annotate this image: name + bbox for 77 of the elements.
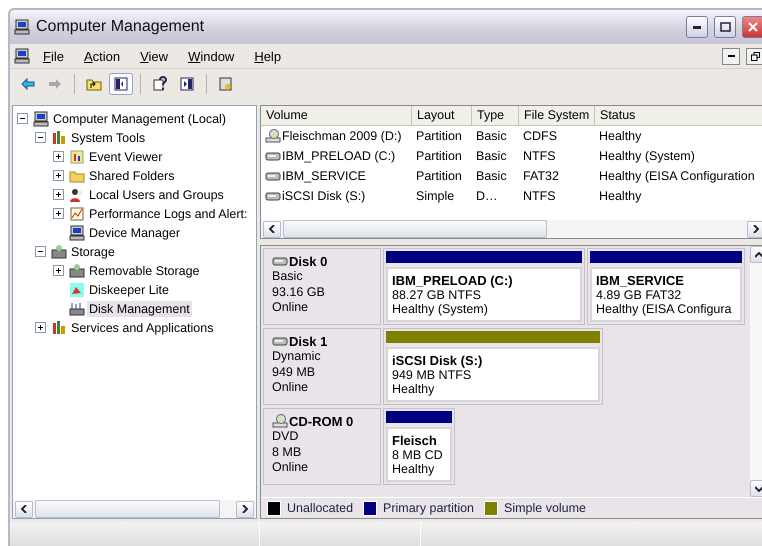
- table-cell: Healthy: [599, 129, 642, 143]
- tree-item[interactable]: Services and Applications: [69, 320, 216, 336]
- partition-status: Healthy (EISA Configura: [596, 302, 732, 316]
- window-title: Computer Management: [36, 18, 206, 36]
- disk-detail: DVD: [272, 429, 300, 444]
- tree-item[interactable]: Local Users and Groups: [87, 186, 226, 202]
- menu-item[interactable]: Window: [181, 46, 242, 66]
- table-cell: D…: [476, 189, 498, 203]
- tree-item[interactable]: Diskeeper Lite: [87, 282, 171, 298]
- tree-item[interactable]: Event Viewer: [87, 148, 164, 164]
- tree-item[interactable]: Device Manager: [87, 224, 182, 240]
- partition-name: iSCSI Disk (S:): [392, 353, 484, 368]
- table-cell: NTFS: [523, 149, 556, 163]
- table-cell: Basic: [476, 129, 507, 143]
- menu-item[interactable]: File: [36, 46, 71, 66]
- column-header[interactable]: Type: [472, 106, 519, 126]
- tree-item[interactable]: Storage: [69, 244, 117, 260]
- disk-detail: 93.16 GB: [272, 284, 326, 300]
- partition-size: 4.89 GB FAT32: [596, 288, 682, 302]
- tree-item[interactable]: Removable Storage: [87, 262, 202, 278]
- column-header[interactable]: File System: [519, 106, 595, 126]
- legend-label: Unallocated: [287, 501, 354, 515]
- table-cell: IBM_SERVICE: [282, 169, 366, 183]
- partition-status: Healthy: [392, 382, 436, 396]
- disk-detail: Dynamic: [272, 349, 322, 364]
- partition-block[interactable]: iSCSI Disk (S:) 949 MB NTFS Healthy: [383, 328, 603, 405]
- partition-size: 88.27 GB NTFS: [392, 288, 482, 302]
- table-cell: IBM_PRELOAD (C:): [282, 149, 396, 163]
- disk-name: Disk 0: [289, 254, 328, 268]
- table-cell: Basic: [476, 169, 507, 183]
- table-cell: iSCSI Disk (S:): [282, 189, 366, 203]
- disk-info-panel[interactable]: CD-ROM 0 DVD 8 MB Online: [263, 408, 381, 485]
- tree-item[interactable]: System Tools: [69, 130, 148, 146]
- partition-block[interactable]: IBM_SERVICE 4.89 GB FAT32 Healthy (EISA Configura: [587, 248, 745, 325]
- disk-info-panel[interactable]: Disk 1 Dynamic 949 MB Online: [263, 328, 381, 405]
- menu-item[interactable]: View: [133, 46, 176, 66]
- partition-name: Fleisch: [392, 433, 438, 448]
- table-cell: Simple: [416, 189, 454, 203]
- disk-detail: 8 MB: [272, 444, 302, 460]
- legend-label: Primary partition: [383, 501, 474, 515]
- table-cell: Healthy: [599, 189, 642, 203]
- column-header[interactable]: Layout: [412, 106, 472, 126]
- table-cell: FAT32: [523, 169, 559, 183]
- partition-size: 8 MB CD: [392, 448, 444, 462]
- table-cell: Partition: [416, 149, 462, 163]
- partition-name: IBM_PRELOAD (C:): [392, 273, 514, 288]
- legend-label: Simple volume: [504, 501, 586, 515]
- tree-item[interactable]: Shared Folders: [87, 168, 176, 184]
- tree-item[interactable]: Computer Management (Local): [51, 110, 228, 126]
- partition-name: IBM_SERVICE: [596, 273, 685, 288]
- table-cell: CDFS: [523, 129, 558, 143]
- disk-info-panel[interactable]: Disk 0 Basic 93.16 GB Online: [263, 248, 381, 325]
- table-cell: Healthy (EISA Configuration: [599, 169, 755, 183]
- table-cell: Fleischman 2009 (D:): [282, 129, 402, 143]
- disk-detail: 949 MB: [272, 364, 316, 380]
- tree-item[interactable]: Disk Management: [87, 300, 192, 316]
- partition-status: Healthy: [392, 462, 436, 476]
- table-cell: Partition: [416, 169, 462, 183]
- column-header[interactable]: Status: [595, 106, 762, 126]
- disk-detail: Online: [272, 460, 310, 476]
- table-cell: NTFS: [523, 189, 556, 203]
- disk-detail: Online: [272, 380, 310, 396]
- partition-status: Healthy (System): [392, 302, 489, 316]
- column-header[interactable]: Volume: [261, 106, 412, 126]
- table-cell: Healthy (System): [599, 149, 695, 163]
- partition-size: 949 MB NTFS: [392, 368, 472, 382]
- disk-detail: Online: [272, 300, 310, 316]
- disk-detail: Basic: [272, 269, 304, 284]
- table-cell: Partition: [416, 129, 462, 143]
- disk-name: CD-ROM 0: [289, 414, 354, 428]
- table-cell: Basic: [476, 149, 507, 163]
- menu-item[interactable]: Action: [76, 46, 128, 66]
- tree-item[interactable]: Performance Logs and Alert:: [87, 206, 250, 222]
- menu-item[interactable]: Help: [247, 46, 288, 66]
- disk-name: Disk 1: [289, 334, 328, 348]
- partition-block[interactable]: IBM_PRELOAD (C:) 88.27 GB NTFS Healthy (System): [383, 248, 585, 325]
- partition-block[interactable]: Fleisch 8 MB CD Healthy: [383, 408, 455, 485]
